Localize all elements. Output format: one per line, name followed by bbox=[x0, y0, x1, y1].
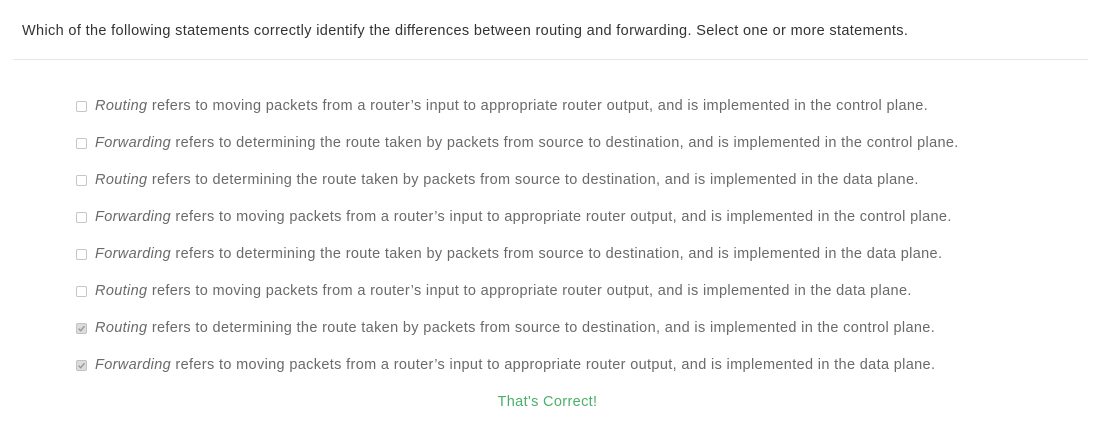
option-6[interactable]: Routing refers to moving packets from a … bbox=[76, 281, 959, 318]
option-term: Forwarding bbox=[95, 246, 172, 262]
checkmark-icon bbox=[78, 362, 86, 369]
option-term: Forwarding bbox=[95, 209, 172, 225]
option-label: Routing refers to moving packets from a … bbox=[95, 281, 912, 302]
option-label: Routing refers to determining the route … bbox=[95, 170, 919, 191]
option-label: Forwarding refers to moving packets from… bbox=[95, 355, 935, 376]
option-label: Routing refers to determining the route … bbox=[95, 318, 935, 339]
option-description: refers to determining the route taken by… bbox=[171, 246, 943, 262]
option-5[interactable]: Forwarding refers to determining the rou… bbox=[76, 244, 959, 281]
option-checkbox[interactable] bbox=[76, 175, 87, 186]
option-description: refers to moving packets from a router’s… bbox=[147, 283, 912, 299]
option-checkbox[interactable] bbox=[76, 286, 87, 297]
option-checkbox[interactable] bbox=[76, 249, 87, 260]
option-1[interactable]: Routing refers to moving packets from a … bbox=[76, 96, 959, 133]
option-label: Forwarding refers to determining the rou… bbox=[95, 133, 959, 154]
option-label: Forwarding refers to determining the rou… bbox=[95, 244, 942, 265]
checkmark-icon bbox=[78, 325, 86, 332]
option-3[interactable]: Routing refers to determining the route … bbox=[76, 170, 959, 207]
option-term: Forwarding bbox=[95, 135, 172, 151]
option-label: Forwarding refers to moving packets from… bbox=[95, 207, 952, 228]
options-list: Routing refers to moving packets from a … bbox=[76, 96, 959, 392]
option-term: Routing bbox=[95, 172, 148, 188]
option-description: refers to moving packets from a router’s… bbox=[147, 98, 929, 114]
option-2[interactable]: Forwarding refers to determining the rou… bbox=[76, 133, 959, 170]
option-description: refers to determining the route taken by… bbox=[147, 172, 919, 188]
option-description: refers to moving packets from a router’s… bbox=[171, 209, 952, 225]
option-description: refers to moving packets from a router’s… bbox=[171, 357, 936, 373]
option-checkbox[interactable] bbox=[76, 360, 87, 371]
option-8[interactable]: Forwarding refers to moving packets from… bbox=[76, 355, 959, 392]
option-checkbox[interactable] bbox=[76, 138, 87, 149]
question-divider bbox=[13, 59, 1088, 60]
option-description: refers to determining the route taken by… bbox=[147, 320, 936, 336]
option-term: Routing bbox=[95, 320, 148, 336]
option-term: Forwarding bbox=[95, 357, 172, 373]
option-7[interactable]: Routing refers to determining the route … bbox=[76, 318, 959, 355]
feedback-message: That's Correct! bbox=[497, 394, 598, 410]
question-text: Which of the following statements correc… bbox=[22, 23, 909, 39]
option-label: Routing refers to moving packets from a … bbox=[95, 96, 928, 117]
option-checkbox[interactable] bbox=[76, 212, 87, 223]
option-term: Routing bbox=[95, 98, 148, 114]
option-term: Routing bbox=[95, 283, 148, 299]
option-4[interactable]: Forwarding refers to moving packets from… bbox=[76, 207, 959, 244]
option-checkbox[interactable] bbox=[76, 101, 87, 112]
option-description: refers to determining the route taken by… bbox=[171, 135, 959, 151]
option-checkbox[interactable] bbox=[76, 323, 87, 334]
